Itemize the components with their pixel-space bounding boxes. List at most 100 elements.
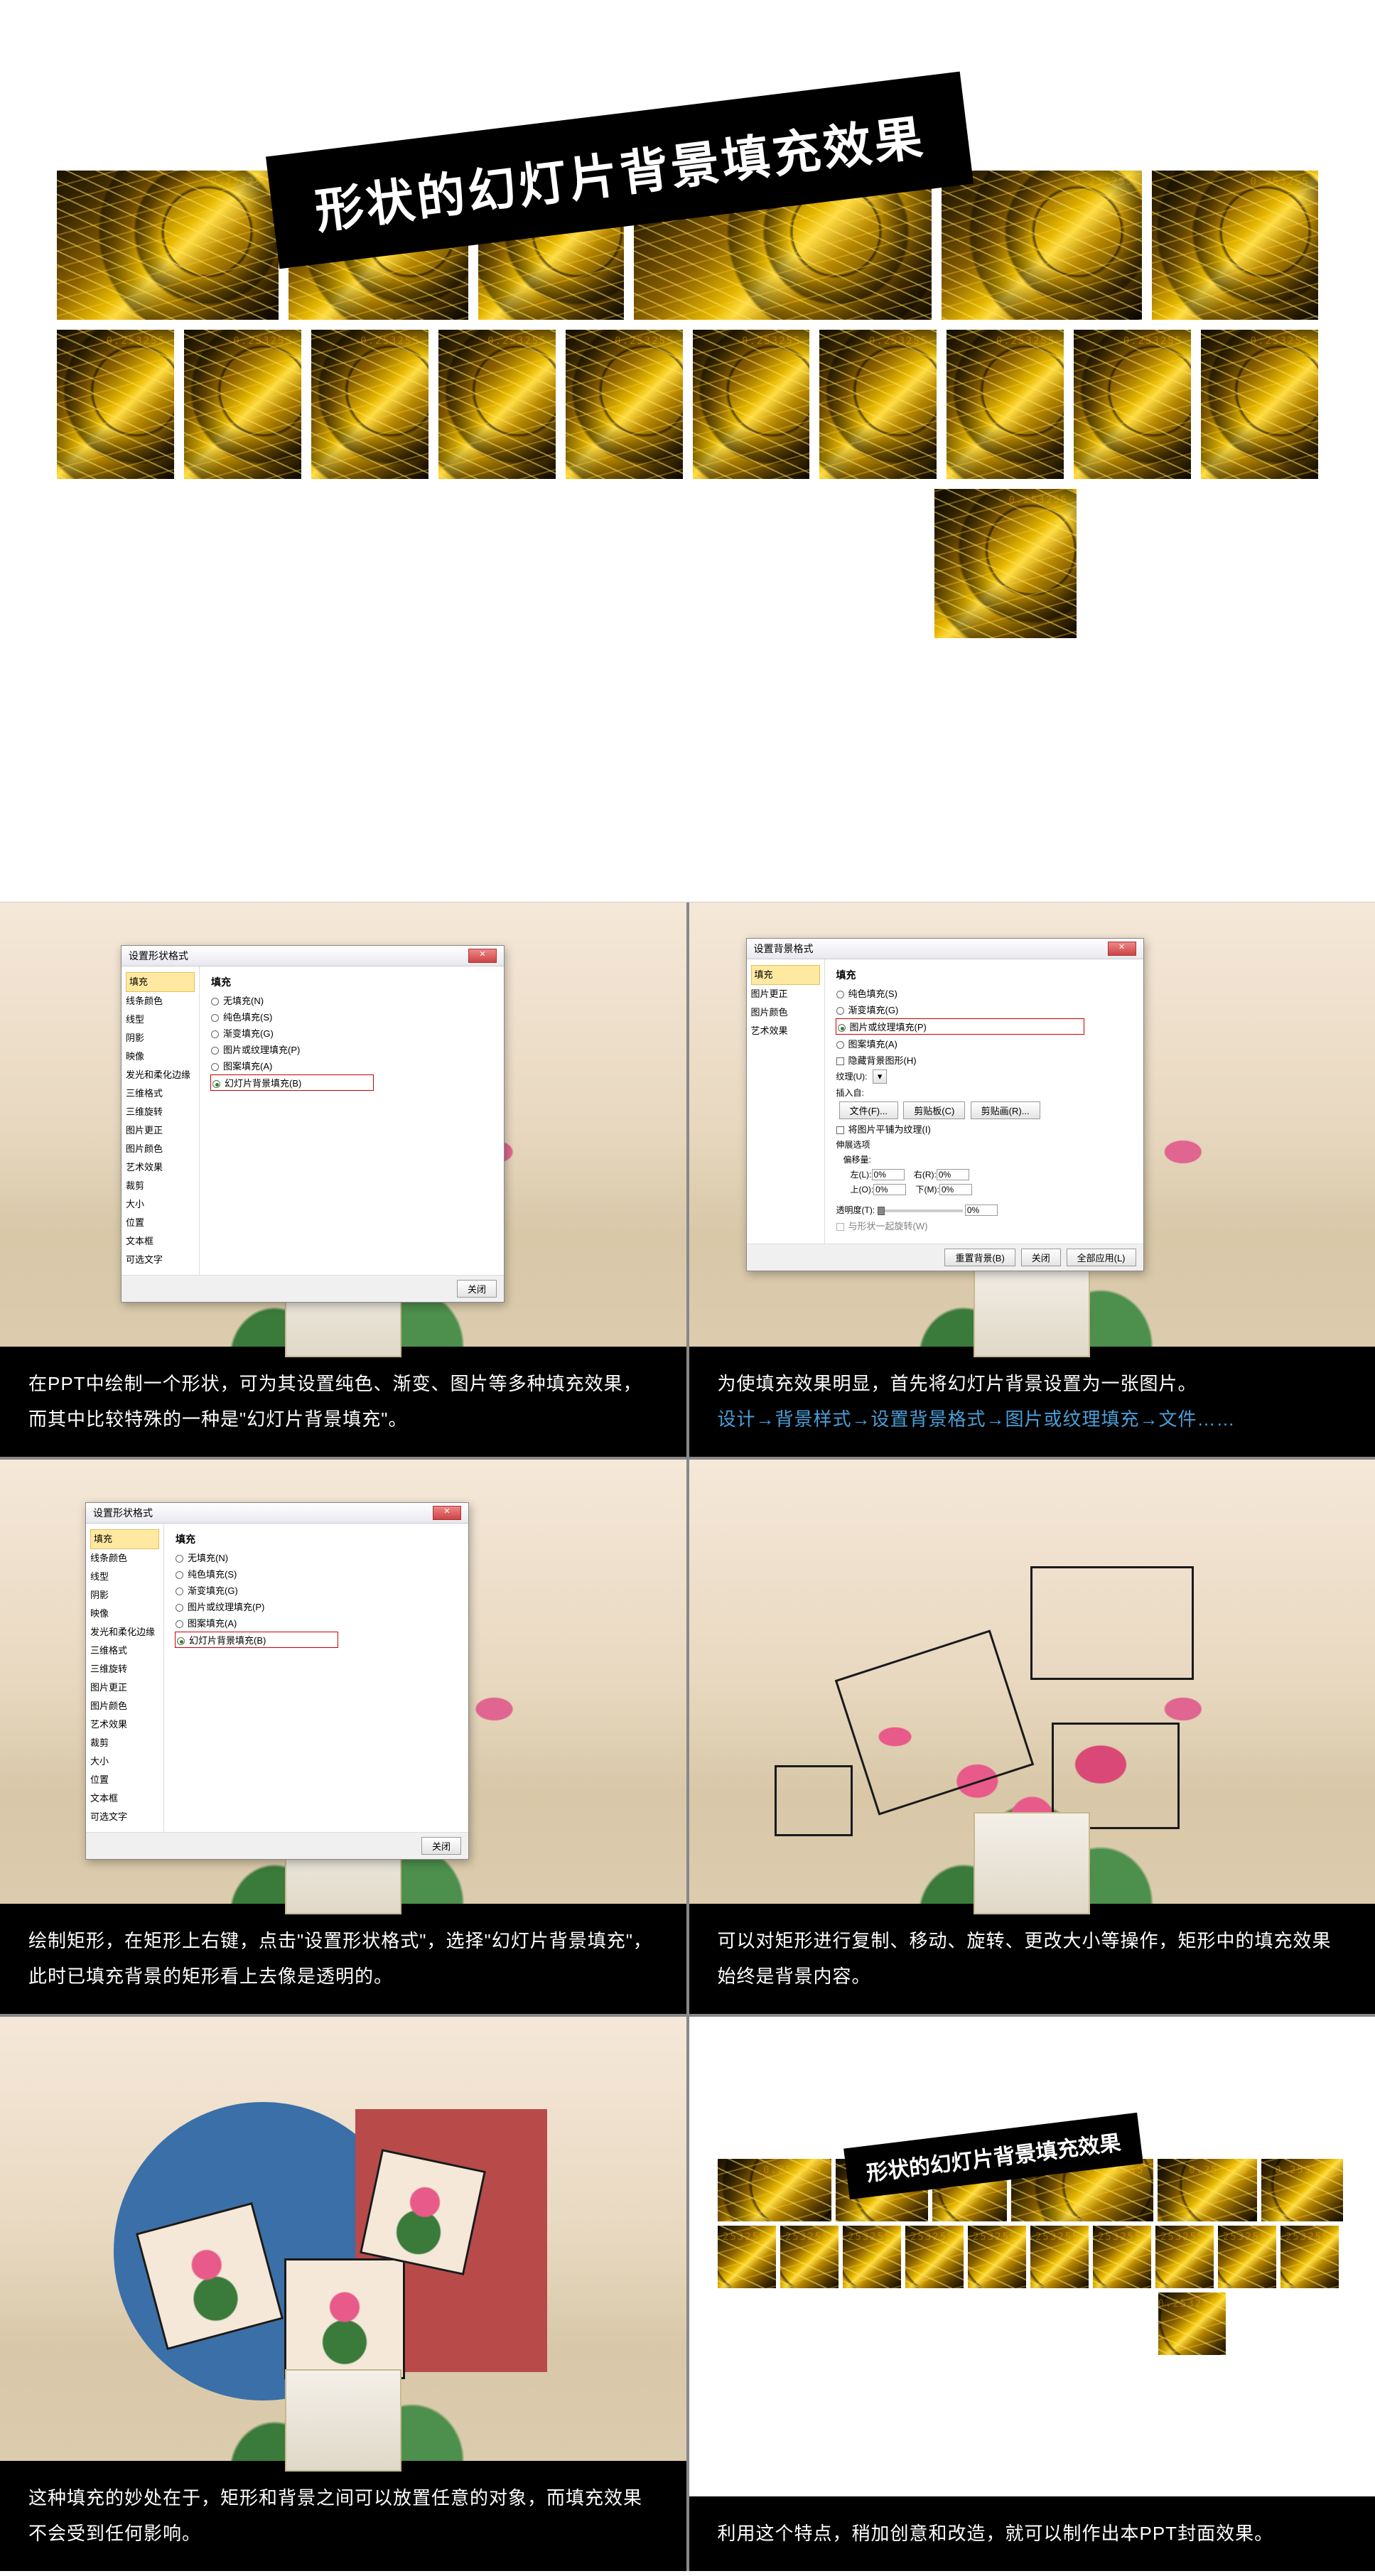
- sidebar-item[interactable]: 线条颜色: [126, 992, 195, 1011]
- dialog-title-text: 设置背景格式: [754, 942, 814, 956]
- caption-1: 在PPT中绘制一个形状，可为其设置纯色、渐变、图片等多种填充效果，而其中比较特殊…: [0, 1347, 686, 1457]
- close-button[interactable]: 关闭: [421, 1837, 461, 1855]
- close-icon[interactable]: ✕: [1108, 942, 1136, 956]
- panel-1: 设置形状格式 ✕ 填充 线条颜色 线型 阴影 映像 发光和柔化边缘 三维格式 三…: [0, 902, 686, 1457]
- radio-pattern[interactable]: 图案填充(A): [211, 1059, 373, 1072]
- dialog-sidebar: 填充 线条颜色 线型 阴影 映像 发光和柔化边缘 三维格式 三维旋转 图片更正 …: [86, 1524, 164, 1832]
- demo-rect-small: [1052, 1723, 1180, 1829]
- transparency-value[interactable]: 0%: [965, 1205, 998, 1216]
- sidebar-item[interactable]: 阴影: [90, 1586, 159, 1605]
- sidebar-item[interactable]: 映像: [90, 1605, 159, 1623]
- radio-picture[interactable]: 图片或纹理填充(P): [176, 1600, 338, 1613]
- sidebar-item[interactable]: 位置: [90, 1771, 159, 1789]
- sidebar-item[interactable]: 图片更正: [126, 1121, 195, 1140]
- radio-slide-bg[interactable]: 幻灯片背景填充(B): [211, 1075, 373, 1090]
- tile: [947, 330, 1064, 479]
- stretch-label: 伸展选项: [836, 1138, 1084, 1150]
- sidebar-item[interactable]: 大小: [126, 1195, 195, 1214]
- radio-gradient[interactable]: 渐变填充(G): [836, 1003, 1084, 1016]
- radio-slide-bg[interactable]: 幻灯片背景填充(B): [176, 1632, 338, 1647]
- radio-picture[interactable]: 图片或纹理填充(P): [836, 1019, 1084, 1034]
- tutorial-panels: 设置形状格式 ✕ 填充 线条颜色 线型 阴影 映像 发光和柔化边缘 三维格式 三…: [0, 902, 1375, 2571]
- sidebar-item[interactable]: 裁剪: [90, 1734, 159, 1752]
- offset-left[interactable]: 0%: [872, 1169, 905, 1180]
- sidebar-item[interactable]: 文本框: [90, 1789, 159, 1808]
- radio-no-fill[interactable]: 无填充(N): [176, 1551, 338, 1564]
- sidebar-item[interactable]: 线型: [90, 1568, 159, 1586]
- dialog-background-format: 设置背景格式 ✕ 填充 图片更正 图片颜色 艺术效果 填充 纯色填充(S) 渐变…: [746, 938, 1144, 1271]
- panel-5: 这种填充的妙处在于，矩形和背景之间可以放置任意的对象，而填充效果不会受到任何影响…: [0, 2017, 686, 2571]
- sidebar-item[interactable]: 可选文字: [126, 1251, 195, 1269]
- sidebar-item[interactable]: 图片颜色: [90, 1697, 159, 1715]
- texture-picker[interactable]: ▾: [873, 1069, 888, 1084]
- sidebar-item[interactable]: 映像: [126, 1047, 195, 1066]
- close-button[interactable]: 关闭: [457, 1280, 497, 1298]
- file-button[interactable]: 文件(F)...: [839, 1101, 898, 1119]
- tile: [1093, 2226, 1151, 2288]
- sidebar-item[interactable]: 三维格式: [126, 1084, 195, 1103]
- radio-no-fill[interactable]: 无填充(N): [211, 993, 373, 1007]
- dialog-content: 填充 无填充(N) 纯色填充(S) 渐变填充(G) 图片或纹理填充(P) 图案填…: [200, 966, 384, 1275]
- close-icon[interactable]: ✕: [468, 949, 497, 963]
- radio-gradient[interactable]: 渐变填充(G): [176, 1583, 338, 1597]
- radio-picture[interactable]: 图片或纹理填充(P): [211, 1042, 373, 1056]
- tile: [1158, 2159, 1257, 2221]
- sidebar-item-fill[interactable]: 填充: [90, 1529, 159, 1549]
- sidebar-item[interactable]: 图片颜色: [751, 1003, 820, 1022]
- sidebar-item-fill[interactable]: 填充: [126, 972, 195, 992]
- tile: [718, 2226, 776, 2288]
- radio-pattern[interactable]: 图案填充(A): [836, 1037, 1084, 1050]
- sidebar-item[interactable]: 大小: [90, 1752, 159, 1771]
- sidebar-item[interactable]: 图片更正: [90, 1678, 159, 1697]
- sidebar-item[interactable]: 位置: [126, 1214, 195, 1232]
- transparency-slider[interactable]: [878, 1209, 963, 1212]
- sidebar-item[interactable]: 线条颜色: [90, 1549, 159, 1568]
- radio-pattern[interactable]: 图案填充(A): [176, 1616, 338, 1629]
- sidebar-item[interactable]: 可选文字: [90, 1808, 159, 1826]
- sidebar-item[interactable]: 文本框: [126, 1232, 195, 1251]
- sidebar-item[interactable]: 发光和柔化边缘: [90, 1623, 159, 1642]
- dialog-shape-format: 设置形状格式 ✕ 填充 线条颜色 线型 阴影 映像 发光和柔化边缘 三维格式 三…: [85, 1502, 469, 1860]
- sidebar-item[interactable]: 裁剪: [126, 1177, 195, 1195]
- sidebar-item[interactable]: 线型: [126, 1011, 195, 1029]
- sidebar-item[interactable]: 图片更正: [751, 985, 820, 1003]
- reset-bg-button[interactable]: 重置背景(B): [944, 1249, 1015, 1266]
- tile: [1152, 171, 1318, 320]
- sidebar-item[interactable]: 三维格式: [90, 1642, 159, 1660]
- sidebar-item[interactable]: 三维旋转: [126, 1103, 195, 1121]
- radio-gradient[interactable]: 渐变填充(G): [211, 1026, 373, 1040]
- radio-solid[interactable]: 纯色填充(S): [211, 1010, 373, 1023]
- hero-slide: 形状的幻灯片背景填充效果: [0, 0, 1375, 902]
- caption-line: 为使填充效果明显，首先将幻灯片背景设置为一张图片。: [718, 1367, 1347, 1401]
- tile: [934, 489, 1077, 638]
- sidebar-item[interactable]: 艺术效果: [126, 1158, 195, 1177]
- tile: [1201, 330, 1318, 479]
- sidebar-item-fill[interactable]: 填充: [751, 965, 820, 985]
- offset-right[interactable]: 0%: [937, 1169, 969, 1180]
- sidebar-item[interactable]: 艺术效果: [90, 1715, 159, 1734]
- tile: [57, 330, 174, 479]
- close-icon[interactable]: ✕: [433, 1506, 461, 1520]
- caption-4: 可以对矩形进行复制、移动、旋转、更改大小等操作，矩形中的填充效果始终是背景内容。: [689, 1904, 1375, 2014]
- offset-top[interactable]: 0%: [873, 1184, 906, 1195]
- radio-solid[interactable]: 纯色填充(S): [176, 1567, 338, 1580]
- dialog-content: 填充 无填充(N) 纯色填充(S) 渐变填充(G) 图片或纹理填充(P) 图案填…: [164, 1524, 349, 1832]
- mini-hero: 形状的幻灯片背景填充效果: [689, 2017, 1375, 2571]
- sidebar-item[interactable]: 发光和柔化边缘: [126, 1066, 195, 1084]
- demo-rect-tiny: [775, 1765, 853, 1836]
- apply-all-button[interactable]: 全部应用(L): [1067, 1249, 1136, 1266]
- caption-5: 这种填充的妙处在于，矩形和背景之间可以放置任意的对象，而填充效果不会受到任何影响…: [0, 2461, 686, 2571]
- close-button[interactable]: 关闭: [1021, 1249, 1061, 1266]
- tile: [780, 2226, 839, 2288]
- offset-bottom[interactable]: 0%: [939, 1184, 972, 1195]
- sidebar-item[interactable]: 三维旋转: [90, 1660, 159, 1678]
- sidebar-item[interactable]: 阴影: [126, 1029, 195, 1047]
- sidebar-item[interactable]: 图片颜色: [126, 1140, 195, 1158]
- clipboard-button[interactable]: 剪贴板(C): [903, 1101, 965, 1119]
- radio-solid[interactable]: 纯色填充(S): [836, 986, 1084, 1000]
- panel-4: 可以对矩形进行复制、移动、旋转、更改大小等操作，矩形中的填充效果始终是背景内容。: [689, 1460, 1375, 2014]
- clipart-button[interactable]: 剪贴画(R)...: [971, 1101, 1040, 1119]
- checkbox-hide-bg[interactable]: 隐藏背景图形(H): [836, 1053, 1084, 1067]
- sidebar-item[interactable]: 艺术效果: [751, 1022, 820, 1040]
- checkbox-tile[interactable]: 将图片平铺为纹理(I): [836, 1122, 1084, 1136]
